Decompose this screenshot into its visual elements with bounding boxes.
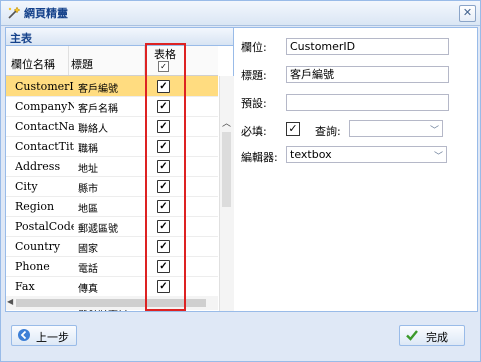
- chevron-down-icon[interactable]: ﹀: [430, 123, 439, 136]
- wizard-body: 主表 欄位名稱 標題 表格 ✓ CustomerID 客戶編號 ✓ CompanyNa…: [5, 27, 478, 312]
- field-name-cell: Fax: [15, 280, 35, 293]
- finish-button-label: 完成: [426, 331, 448, 344]
- field-name-cell: City: [15, 180, 38, 193]
- panel-header: 主表: [6, 28, 233, 46]
- field-name-cell: CompanyName: [15, 100, 74, 113]
- query-label: 查詢:: [315, 125, 341, 138]
- caption-cell: 縣市: [78, 184, 98, 195]
- title-bar[interactable]: 網頁精靈 ✕: [1, 1, 480, 26]
- scroll-left-icon[interactable]: ◀: [7, 297, 13, 306]
- field-input[interactable]: CustomerID: [286, 38, 449, 55]
- table-row[interactable]: Region 地區 ✓: [6, 196, 218, 217]
- field-name-cell: Address: [15, 160, 61, 173]
- editor-value: textbox: [290, 148, 332, 161]
- wizard-window: 網頁精靈 ✕ 主表 欄位名稱 標題 表格 ✓ CustomerID 客戶編號 ✓ Co…: [0, 0, 481, 362]
- field-name-cell: PostalCode: [15, 220, 74, 233]
- required-checkbox[interactable]: ✓: [286, 122, 300, 136]
- table-row[interactable]: ContactTitle職稱✓: [6, 136, 218, 157]
- grid-header: 欄位名稱 標題 表格 ✓: [6, 46, 218, 76]
- field-label: 欄位:: [241, 41, 267, 54]
- finish-button[interactable]: 完成: [399, 325, 465, 346]
- prev-button-label: 上一步: [36, 331, 69, 344]
- table-row[interactable]: Phone 電話 ✓: [6, 256, 218, 277]
- table-column-highlight: [145, 43, 186, 311]
- column-header-caption[interactable]: 標題: [71, 56, 93, 72]
- field-name-cell: Phone: [15, 260, 50, 273]
- panel-title: 主表: [10, 32, 32, 45]
- caption-cell: 地區: [78, 204, 98, 215]
- caption-label: 標題:: [241, 69, 267, 82]
- default-label: 預設:: [241, 97, 267, 110]
- editor-combo[interactable]: textbox ﹀: [286, 146, 447, 163]
- required-label: 必填:: [241, 125, 267, 138]
- prev-button[interactable]: 上一步: [11, 325, 77, 346]
- field-name-cell: ContactTitle: [15, 140, 74, 153]
- table-row[interactable]: Country 國家 ✓: [6, 236, 218, 257]
- grid-rows: CustomerID客戶編號✓CompanyName客戶名稱✓ContactNa…: [6, 76, 218, 311]
- table-row[interactable]: CustomerID客戶編號✓: [6, 76, 218, 97]
- wizard-icon: [8, 6, 21, 19]
- horizontal-scrollbar[interactable]: ◀: [6, 296, 218, 310]
- caption-cell: 國家: [78, 244, 98, 255]
- caption-cell: 地址: [78, 164, 98, 175]
- table-row[interactable]: CompanyName客戶名稱✓: [6, 96, 218, 117]
- scroll-up-icon[interactable]: ︿: [222, 116, 231, 129]
- table-row[interactable]: City 縣市 ✓: [6, 176, 218, 197]
- vertical-scrollbar[interactable]: ︿: [219, 76, 234, 311]
- table-row[interactable]: ContactName聯絡人✓: [6, 116, 218, 137]
- query-combo[interactable]: ﹀: [349, 120, 443, 137]
- table-row[interactable]: PostalCode 郵遞區號 ✓: [6, 216, 218, 237]
- caption-cell: 客戶編號: [78, 84, 118, 95]
- column-header-field-name[interactable]: 欄位名稱: [11, 56, 55, 72]
- master-table-panel: 主表 欄位名稱 標題 表格 ✓ CustomerID客戶編號✓CompanyNa…: [6, 28, 234, 311]
- caption-cell: 聯絡人: [78, 124, 108, 135]
- back-arrow-icon: [18, 329, 30, 341]
- caption-cell: 傳真: [78, 284, 98, 295]
- close-icon[interactable]: ✕: [459, 5, 476, 22]
- field-properties-panel: 欄位: CustomerID 標題: 客戶編號 預設: 必填: ✓ 查詢: ﹀ …: [234, 28, 477, 311]
- field-name-cell: Region: [15, 200, 55, 213]
- chevron-down-icon[interactable]: ﹀: [434, 149, 443, 162]
- caption-input[interactable]: 客戶編號: [286, 66, 449, 83]
- caption-cell: 郵遞區號: [78, 224, 118, 235]
- checkmark-icon: [406, 330, 418, 341]
- table-row[interactable]: Fax 傳真 ✓: [6, 276, 218, 297]
- field-name-cell: CustomerID: [15, 80, 74, 93]
- scroll-thumb[interactable]: [222, 132, 231, 207]
- caption-cell: 客戶名稱: [78, 104, 118, 115]
- table-row[interactable]: Address 地址 ✓: [6, 156, 218, 177]
- field-name-cell: Country: [15, 240, 61, 253]
- field-name-cell: ContactName: [15, 120, 74, 133]
- window-title: 網頁精靈: [24, 7, 68, 20]
- caption-cell: 電話: [78, 264, 98, 275]
- default-input[interactable]: [286, 94, 449, 111]
- editor-label: 編輯器:: [241, 151, 278, 164]
- caption-cell: 職稱: [78, 144, 98, 155]
